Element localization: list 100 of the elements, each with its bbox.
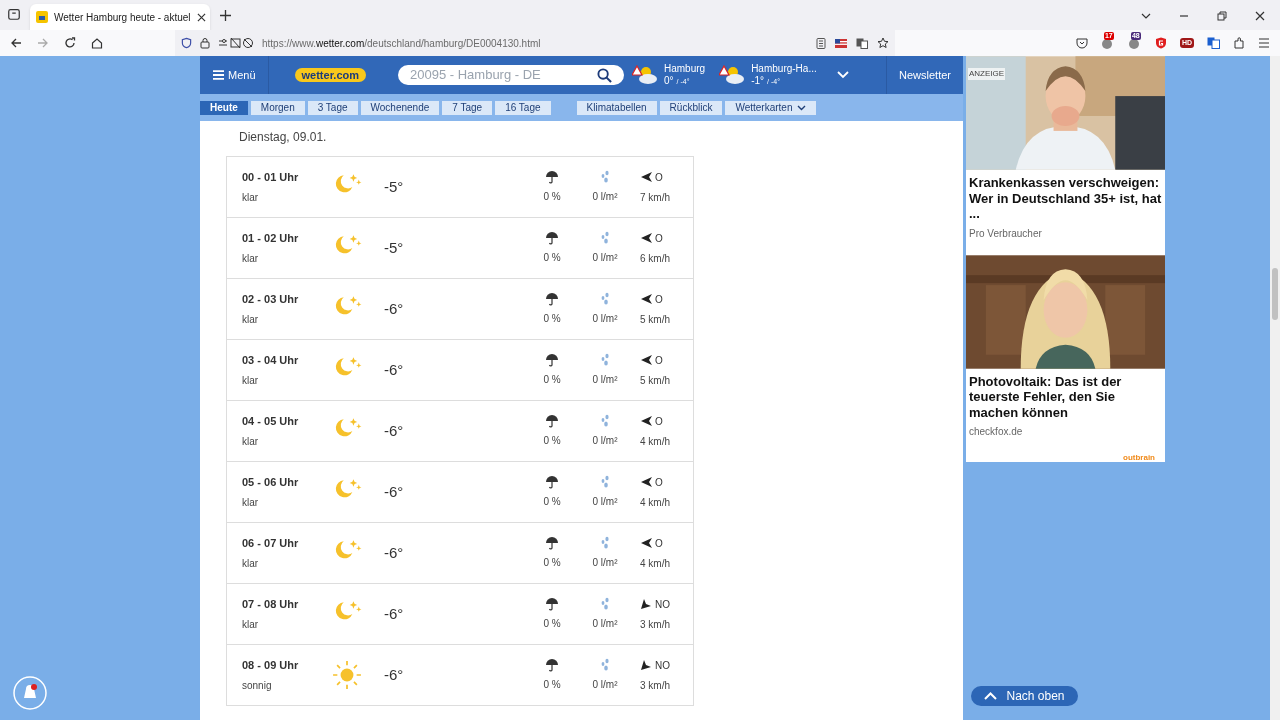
shield-icon[interactable]: [181, 37, 192, 49]
permissions-icon[interactable]: [218, 37, 254, 49]
time-range: 02 - 03 Uhr: [242, 291, 300, 307]
new-tab-icon[interactable]: [220, 10, 231, 21]
back-icon[interactable]: [10, 37, 22, 49]
temperature: -6°: [384, 603, 405, 624]
wind-direction: O: [655, 414, 663, 429]
wind-speed: 6 km/h: [640, 251, 670, 266]
nav-tab[interactable]: 3 Tage: [307, 100, 358, 115]
sun-icon: [332, 660, 362, 690]
condition-label: klar: [242, 618, 260, 633]
ad-headline[interactable]: Photovoltaik: Das ist der teuerste Fehler, den Sie machen können: [966, 368, 1165, 420]
back-to-top-button[interactable]: Nach oben: [971, 686, 1078, 706]
chevron-down-icon[interactable]: [1141, 11, 1151, 21]
wind-speed: 5 km/h: [640, 373, 670, 388]
search-field[interactable]: 20095 - Hamburg - DE: [398, 65, 624, 85]
rain-amount: 0 l/m²: [592, 434, 618, 448]
rain-chance: 0 %: [543, 495, 561, 509]
nav-tab[interactable]: Heute: [200, 100, 248, 115]
address-bar[interactable]: https://www.wetter.com/deutschland/hamburg/DE0004130.html: [175, 30, 895, 56]
temperature: -5°: [384, 176, 405, 197]
rain-amount: 0 l/m²: [592, 495, 618, 509]
wind-speed: 4 km/h: [640, 495, 670, 510]
rain-amount: 0 l/m²: [592, 190, 618, 204]
reload-icon[interactable]: [64, 37, 76, 49]
raindrops-icon: [600, 292, 610, 306]
rain-amount: 0 l/m²: [592, 312, 618, 326]
wind-direction: O: [655, 170, 663, 185]
bookmark-star-icon[interactable]: [877, 37, 889, 49]
umbrella-icon: [545, 414, 559, 428]
restore-icon[interactable]: [1217, 11, 1227, 21]
lock-icon[interactable]: [200, 37, 210, 49]
close-icon[interactable]: [196, 12, 206, 22]
wind-arrow-icon: [640, 232, 652, 244]
shield-extension-icon[interactable]: [1154, 37, 1167, 49]
home-icon[interactable]: [91, 37, 103, 49]
nav-tab[interactable]: Morgen: [250, 100, 305, 115]
nav-dropdown[interactable]: Wetterkarten: [725, 100, 817, 115]
temperature: -6°: [384, 359, 405, 380]
temperature: -6°: [384, 420, 405, 441]
tab-list-icon[interactable]: [7, 7, 21, 21]
extension-icon[interactable]: [1100, 38, 1113, 50]
wind-speed: 4 km/h: [640, 434, 670, 449]
nav-tab[interactable]: 7 Tage: [442, 100, 493, 115]
wind-direction: O: [655, 536, 663, 551]
raindrops-icon: [600, 536, 610, 550]
wind-arrow-icon: [640, 171, 652, 183]
ad-source[interactable]: checkfox.de: [966, 420, 1165, 453]
temperature: -6°: [384, 298, 405, 319]
temperature: -1°: [751, 74, 765, 87]
reader-view-icon[interactable]: [816, 37, 826, 49]
rain-chance: 0 %: [543, 556, 561, 570]
chevron-down-icon[interactable]: [836, 71, 849, 79]
rain-chance: 0 %: [543, 617, 561, 631]
ad-headline[interactable]: Krankenkassen verschweigen: Wer in Deutschland 35+ ist, hat ...: [966, 170, 1165, 222]
raindrops-icon: [600, 170, 610, 184]
temperature: -6°: [384, 542, 405, 563]
place-name[interactable]: Hamburg: [664, 62, 706, 75]
raindrops-icon: [600, 414, 610, 428]
nav-tab[interactable]: Wochenende: [360, 100, 440, 115]
notification-bell-icon[interactable]: [13, 676, 47, 710]
wind-speed: 4 km/h: [640, 556, 670, 571]
flag-icon[interactable]: [835, 38, 847, 48]
extension-icon[interactable]: [1127, 38, 1140, 50]
search-icon[interactable]: [597, 67, 612, 83]
scrollbar-thumb[interactable]: [1272, 268, 1278, 320]
warning-cloud-icon[interactable]: [632, 65, 658, 85]
wind-speed: 7 km/h: [640, 190, 670, 205]
extensions-icon[interactable]: [1233, 37, 1245, 49]
wind-direction: O: [655, 292, 663, 307]
translate-extension-icon[interactable]: [1207, 37, 1220, 49]
wind-direction: O: [655, 231, 663, 246]
browser-tab[interactable]: Wetter Hamburg heute - aktuel: [30, 4, 210, 30]
nav-tab[interactable]: 16 Tage: [495, 100, 551, 115]
nav-link[interactable]: Klimatabellen: [576, 100, 657, 115]
time-range: 08 - 09 Uhr: [242, 657, 300, 673]
wind-direction: O: [655, 353, 663, 368]
site-logo[interactable]: wetter.com: [294, 68, 366, 82]
menu-icon: [213, 70, 224, 80]
nav-link[interactable]: Rückblick: [659, 100, 723, 115]
pocket-icon[interactable]: [1075, 37, 1088, 49]
ad-source[interactable]: Pro Verbraucher: [966, 221, 1165, 255]
rain-chance: 0 %: [543, 373, 561, 387]
translate-icon[interactable]: [856, 37, 868, 49]
warning-cloud-icon[interactable]: [719, 65, 746, 85]
umbrella-icon: [545, 658, 559, 672]
raindrops-icon: [600, 597, 610, 611]
close-icon[interactable]: [1255, 11, 1265, 21]
url-text[interactable]: https://www.wetter.com/deutschland/hamburg/DE0004130.html: [262, 35, 541, 51]
menu-icon[interactable]: [1258, 38, 1270, 48]
ad-label: ANZEIGE: [968, 68, 1006, 80]
time-range: 01 - 02 Uhr: [242, 230, 300, 246]
favicon-icon: [36, 11, 48, 23]
temperature: -6°: [384, 664, 405, 685]
wind-arrow-icon: [640, 293, 652, 305]
condition-label: klar: [242, 496, 260, 511]
chevron-up-icon: [984, 692, 998, 700]
wind-arrow-icon: [640, 476, 652, 488]
place-name[interactable]: Hamburg-Ha...: [751, 62, 817, 75]
time-range: 04 - 05 Uhr: [242, 413, 300, 429]
